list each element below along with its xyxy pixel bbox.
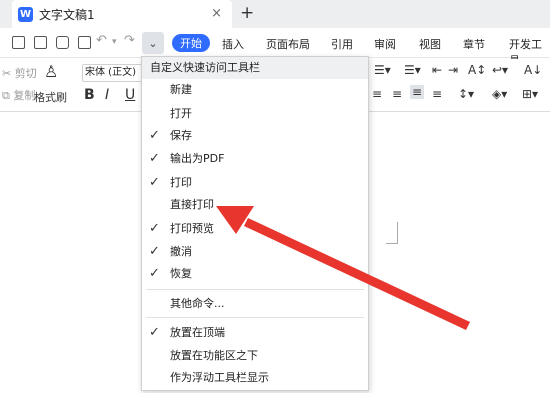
tab-chapter[interactable]: 章节 (463, 36, 485, 52)
menu-item-export-pdf[interactable]: ✓ 输出为PDF (142, 148, 368, 170)
cut-button[interactable]: ✂ 剪切 (2, 65, 37, 81)
checkmark-icon: ✓ (149, 175, 160, 190)
align-right-icon[interactable]: ≡ (392, 87, 402, 101)
menu-item-label: 打印预览 (170, 222, 214, 235)
shading-icon[interactable]: ◈▾ (492, 87, 507, 101)
checkmark-icon: ✓ (149, 266, 160, 281)
menu-item-label: 打印 (170, 176, 192, 189)
undo-dropdown-icon[interactable]: ▾ (112, 37, 117, 47)
menu-item-label: 放置在顶端 (170, 326, 225, 339)
cut-label: 剪切 (14, 67, 37, 80)
menu-item-label: 放置在功能区之下 (170, 349, 258, 362)
copy-label: 复制 (13, 89, 36, 102)
line-break-icon[interactable]: ↩▾ (492, 63, 508, 77)
menu-item-more-commands[interactable]: 其他命令... (142, 293, 368, 315)
tab-references[interactable]: 引用 (331, 36, 353, 52)
document-title: 文字文稿1 (39, 7, 95, 22)
menu-item-label: 输出为PDF (170, 152, 225, 165)
sort-icon[interactable]: A↓ (524, 63, 542, 77)
customize-dropdown-icon[interactable]: ⌄ (142, 32, 164, 54)
menu-header: 自定义快速访问工具栏 (142, 57, 368, 79)
format-painter-label[interactable]: 格式刷 (34, 89, 67, 105)
menu-item-new[interactable]: 新建 (142, 79, 368, 101)
quick-access-toolbar: ↶ ▾ ↷ ⌄ 开始 插入 页面布局 引用 审阅 视图 章节 开发工具 (0, 28, 550, 67)
distribute-icon[interactable]: ≡ (432, 87, 442, 101)
checkmark-icon: ✓ (149, 128, 160, 143)
menu-item-redo[interactable]: ✓ 恢复 (142, 263, 368, 285)
customize-toolbar-menu: 自定义快速访问工具栏 新建 打开 ✓ 保存 ✓ 输出为PDF ✓ 打印 直接打印… (141, 56, 369, 391)
checkmark-icon: ✓ (149, 325, 160, 340)
bold-button[interactable]: B (84, 87, 95, 103)
indent-icon[interactable]: ⇥ (448, 63, 458, 77)
line-spacing-icon[interactable]: ↕▾ (458, 87, 474, 101)
bullet-list-icon[interactable]: ☰▾ (374, 63, 391, 77)
redo-icon[interactable]: ↷ (124, 33, 135, 48)
justify-icon[interactable]: ≡ (410, 85, 425, 99)
underline-button[interactable]: U (125, 87, 135, 103)
menu-item-open[interactable]: 打开 (142, 103, 368, 125)
print-preview-icon[interactable] (78, 36, 91, 49)
text-direction-icon[interactable]: A↕ (468, 63, 486, 77)
tab-review[interactable]: 审阅 (374, 36, 396, 52)
print-icon[interactable] (56, 36, 69, 49)
tab-view[interactable]: 视图 (419, 36, 441, 52)
menu-item-label: 直接打印 (170, 198, 214, 211)
menu-item-label: 其他命令... (170, 297, 225, 310)
font-name-select[interactable]: 宋体 (正文) (82, 64, 144, 82)
save-icon[interactable] (12, 36, 25, 49)
checkmark-icon: ✓ (149, 151, 160, 166)
menu-item-floating-toolbar[interactable]: 作为浮动工具栏显示 (142, 367, 368, 389)
export-pdf-icon[interactable] (34, 36, 47, 49)
menu-item-print[interactable]: ✓ 打印 (142, 172, 368, 194)
menu-item-label: 恢复 (170, 267, 192, 280)
title-bar: W 文字文稿1 × + (0, 0, 550, 28)
new-tab-icon[interactable]: + (240, 3, 254, 23)
menu-divider (146, 317, 364, 318)
menu-item-place-top[interactable]: ✓ 放置在顶端 (142, 322, 368, 344)
document-tab[interactable]: W 文字文稿1 × (12, 0, 232, 28)
italic-button[interactable]: I (105, 87, 109, 103)
copy-button[interactable]: ⧉ 复制 (2, 87, 35, 103)
menu-item-undo[interactable]: ✓ 撤消 (142, 241, 368, 263)
borders-icon[interactable]: ⊞▾ (522, 87, 538, 101)
align-left-icon[interactable]: ≡ (372, 87, 382, 101)
menu-item-label: 保存 (170, 129, 192, 142)
numbered-list-icon[interactable]: ☰▾ (404, 63, 421, 77)
checkmark-icon: ✓ (149, 244, 160, 259)
wps-icon: W (18, 6, 33, 22)
checkmark-icon: ✓ (149, 221, 160, 236)
undo-icon[interactable]: ↶ (96, 33, 107, 48)
tab-insert[interactable]: 插入 (222, 36, 244, 52)
menu-item-place-below-ribbon[interactable]: 放置在功能区之下 (142, 345, 368, 367)
outdent-icon[interactable]: ⇤ (432, 63, 442, 77)
menu-item-label: 撤消 (170, 245, 192, 258)
menu-item-direct-print[interactable]: 直接打印 (142, 194, 368, 216)
menu-item-label: 打开 (170, 107, 192, 120)
format-painter-icon[interactable]: ♙ (44, 62, 58, 81)
menu-item-label: 作为浮动工具栏显示 (170, 371, 269, 384)
close-tab-icon[interactable]: × (211, 6, 222, 21)
menu-item-print-preview[interactable]: ✓ 打印预览 (142, 218, 368, 240)
menu-item-label: 新建 (170, 83, 192, 96)
menu-item-save[interactable]: ✓ 保存 (142, 125, 368, 147)
tab-page-layout[interactable]: 页面布局 (266, 36, 310, 52)
menu-divider (146, 289, 364, 290)
tab-home[interactable]: 开始 (172, 34, 210, 52)
page-margin-marker (386, 222, 398, 244)
